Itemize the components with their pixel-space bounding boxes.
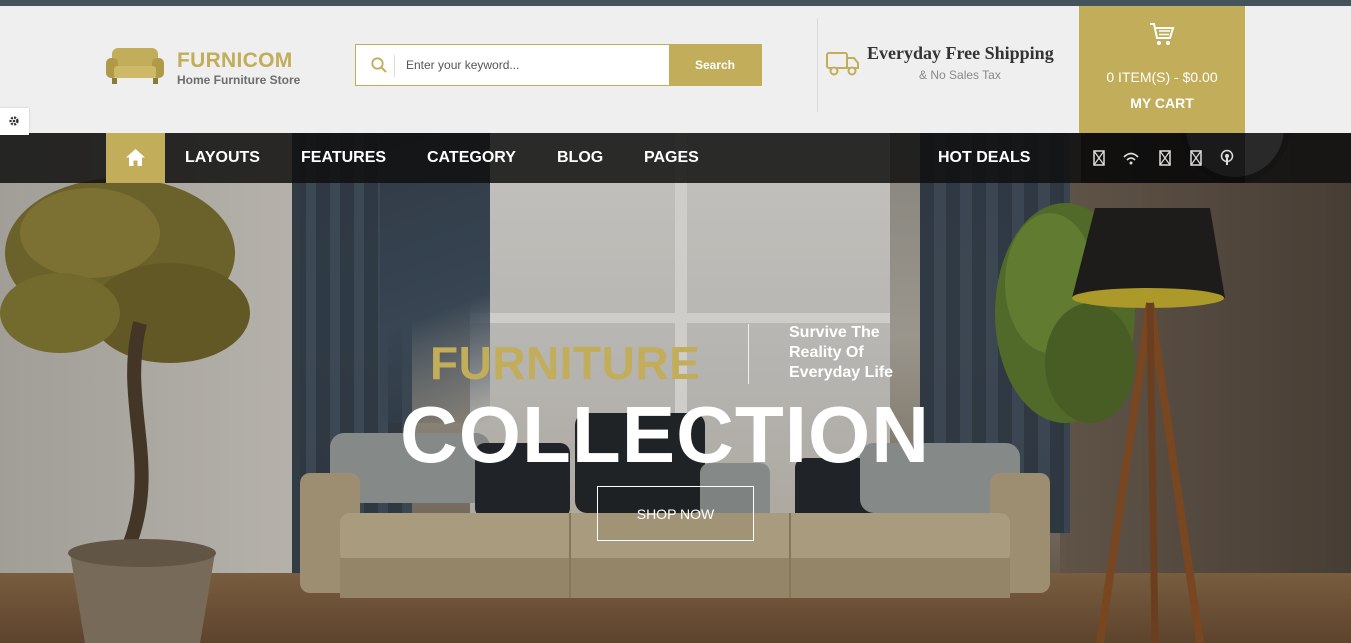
gear-icon [9,116,19,126]
shipping-divider [817,18,818,112]
brand-name-part2: COM [242,49,293,72]
cart-icon [1150,23,1175,45]
search-button[interactable]: Search [669,45,761,85]
hero-tagline: Survive The Reality Of Everyday Life [789,323,929,383]
home-icon [126,149,145,166]
shop-now-button[interactable]: SHOP NOW [597,486,754,541]
hero-divider [748,324,749,384]
logo[interactable]: FURNICOM Home Furniture Store [106,46,306,91]
search-icon [371,57,387,73]
placeholder-icon[interactable] [1188,149,1204,167]
placeholder-icon[interactable] [1091,149,1107,167]
settings-toggle[interactable] [0,108,29,135]
hero-tagline-line: Survive The [789,324,880,341]
hero-headline: COLLECTION [400,390,930,479]
brand-name-part1: FURNI [177,49,243,72]
header: FURNICOM Home Furniture Store Search Eve… [0,6,1351,133]
nav-item-hot-deals[interactable]: HOT DEALS [938,149,1030,167]
wifi-icon[interactable] [1123,149,1139,167]
main-nav: LAYOUTS FEATURES CATEGORY BLOG PAGES HOT… [0,133,1351,183]
brand-name: FURNICOM [177,49,293,73]
search-divider [394,55,395,77]
search-input[interactable] [406,45,666,85]
hero-kicker: FURNITURE [430,337,701,389]
nav-home[interactable] [106,133,165,183]
brand-tagline: Home Furniture Store [177,73,301,87]
nav-item-layouts[interactable]: LAYOUTS [185,149,260,167]
placeholder-icon[interactable] [1157,149,1173,167]
cart-count: 0 ITEM(S) - $0.00 [1106,69,1218,85]
nav-item-blog[interactable]: BLOG [557,149,603,167]
hero-banner: FURNITURE Survive The Reality Of Everyda… [0,133,1351,643]
shipping-title: Everyday Free Shipping [867,43,1054,63]
podcast-icon[interactable] [1219,149,1235,167]
nav-item-category[interactable]: CATEGORY [427,149,516,167]
cart-button[interactable]: 0 ITEM(S) - $0.00 MY CART [1079,6,1245,133]
social-links [1081,133,1245,183]
hero-tagline-line: Reality Of [789,344,864,361]
shipping-subtitle: & No Sales Tax [919,68,1001,82]
cart-label: MY CART [1130,95,1194,111]
search-bar: Search [355,44,762,86]
nav-item-pages[interactable]: PAGES [644,149,699,167]
truck-icon [826,52,859,76]
armchair-icon [106,48,164,84]
nav-item-features[interactable]: FEATURES [301,149,386,167]
hero-tagline-line: Everyday Life [789,364,894,381]
